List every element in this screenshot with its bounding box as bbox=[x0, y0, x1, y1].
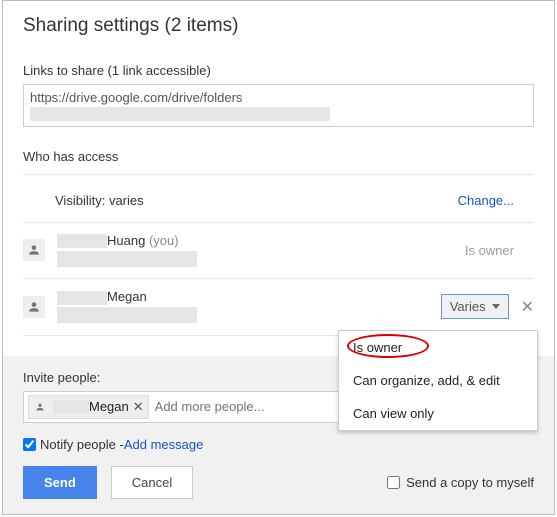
invite-chip: Megan ✕ bbox=[28, 395, 149, 419]
who-heading: Who has access bbox=[23, 149, 534, 175]
user-name: Megan bbox=[57, 289, 197, 305]
role-dropdown-label: Varies bbox=[450, 299, 486, 314]
redacted-name bbox=[53, 400, 89, 414]
send-button[interactable]: Send bbox=[23, 466, 97, 499]
remove-user-button[interactable]: ✕ bbox=[521, 297, 534, 317]
user-email bbox=[57, 307, 197, 325]
links-section: Links to share (1 link accessible) https… bbox=[23, 63, 534, 127]
role-option-owner[interactable]: Is owner bbox=[339, 331, 537, 364]
role-dropdown-menu: Is owner Can organize, add, & edit Can v… bbox=[338, 330, 538, 431]
dialog-title: Sharing settings (2 items) bbox=[23, 15, 534, 37]
person-icon bbox=[23, 239, 45, 261]
notify-checkbox[interactable] bbox=[23, 438, 36, 451]
person-icon bbox=[31, 398, 49, 416]
send-copy-checkbox[interactable] bbox=[387, 476, 400, 489]
role-option-view[interactable]: Can view only bbox=[339, 397, 537, 430]
chip-remove-button[interactable]: ✕ bbox=[133, 399, 144, 415]
who-has-access-section: Who has access Visibility: varies Change… bbox=[23, 149, 534, 336]
redacted-email bbox=[57, 251, 197, 267]
redacted-name bbox=[57, 234, 107, 248]
links-label: Links to share (1 link accessible) bbox=[23, 63, 534, 78]
button-row: Send Cancel Send a copy to myself bbox=[23, 466, 534, 499]
cancel-button[interactable]: Cancel bbox=[111, 466, 193, 499]
redacted-email bbox=[57, 307, 197, 323]
chip-name: Megan bbox=[89, 399, 129, 414]
chevron-down-icon bbox=[492, 304, 500, 309]
user-row-member: Megan Varies ✕ Is owner Can organize, ad… bbox=[23, 279, 534, 336]
user-row-owner: Huang (you) Is owner bbox=[23, 223, 534, 280]
user-email bbox=[57, 250, 197, 268]
send-copy-row: Send a copy to myself bbox=[387, 475, 534, 490]
role-option-edit[interactable]: Can organize, add, & edit bbox=[339, 364, 537, 397]
notify-row: Notify people - Add message bbox=[23, 437, 534, 452]
owner-role-label: Is owner bbox=[465, 243, 514, 258]
user-name: Huang (you) bbox=[57, 233, 197, 249]
send-copy-label: Send a copy to myself bbox=[406, 475, 534, 490]
sharing-settings-dialog: Sharing settings (2 items) Links to shar… bbox=[2, 0, 555, 515]
visibility-label: Visibility: varies bbox=[55, 193, 144, 208]
person-icon bbox=[23, 296, 45, 318]
redacted-name bbox=[57, 291, 107, 305]
user-info: Megan bbox=[57, 289, 197, 325]
redacted-url bbox=[30, 107, 330, 121]
notify-label: Notify people - bbox=[40, 437, 124, 452]
share-link-text: https://drive.google.com/drive/folders bbox=[30, 90, 242, 105]
share-link-input[interactable]: https://drive.google.com/drive/folders bbox=[23, 84, 534, 127]
add-message-link[interactable]: Add message bbox=[124, 437, 204, 452]
visibility-row: Visibility: varies Change... bbox=[23, 179, 534, 223]
role-dropdown[interactable]: Varies bbox=[441, 294, 509, 319]
user-info: Huang (you) bbox=[57, 233, 197, 269]
change-visibility-link[interactable]: Change... bbox=[458, 193, 514, 208]
